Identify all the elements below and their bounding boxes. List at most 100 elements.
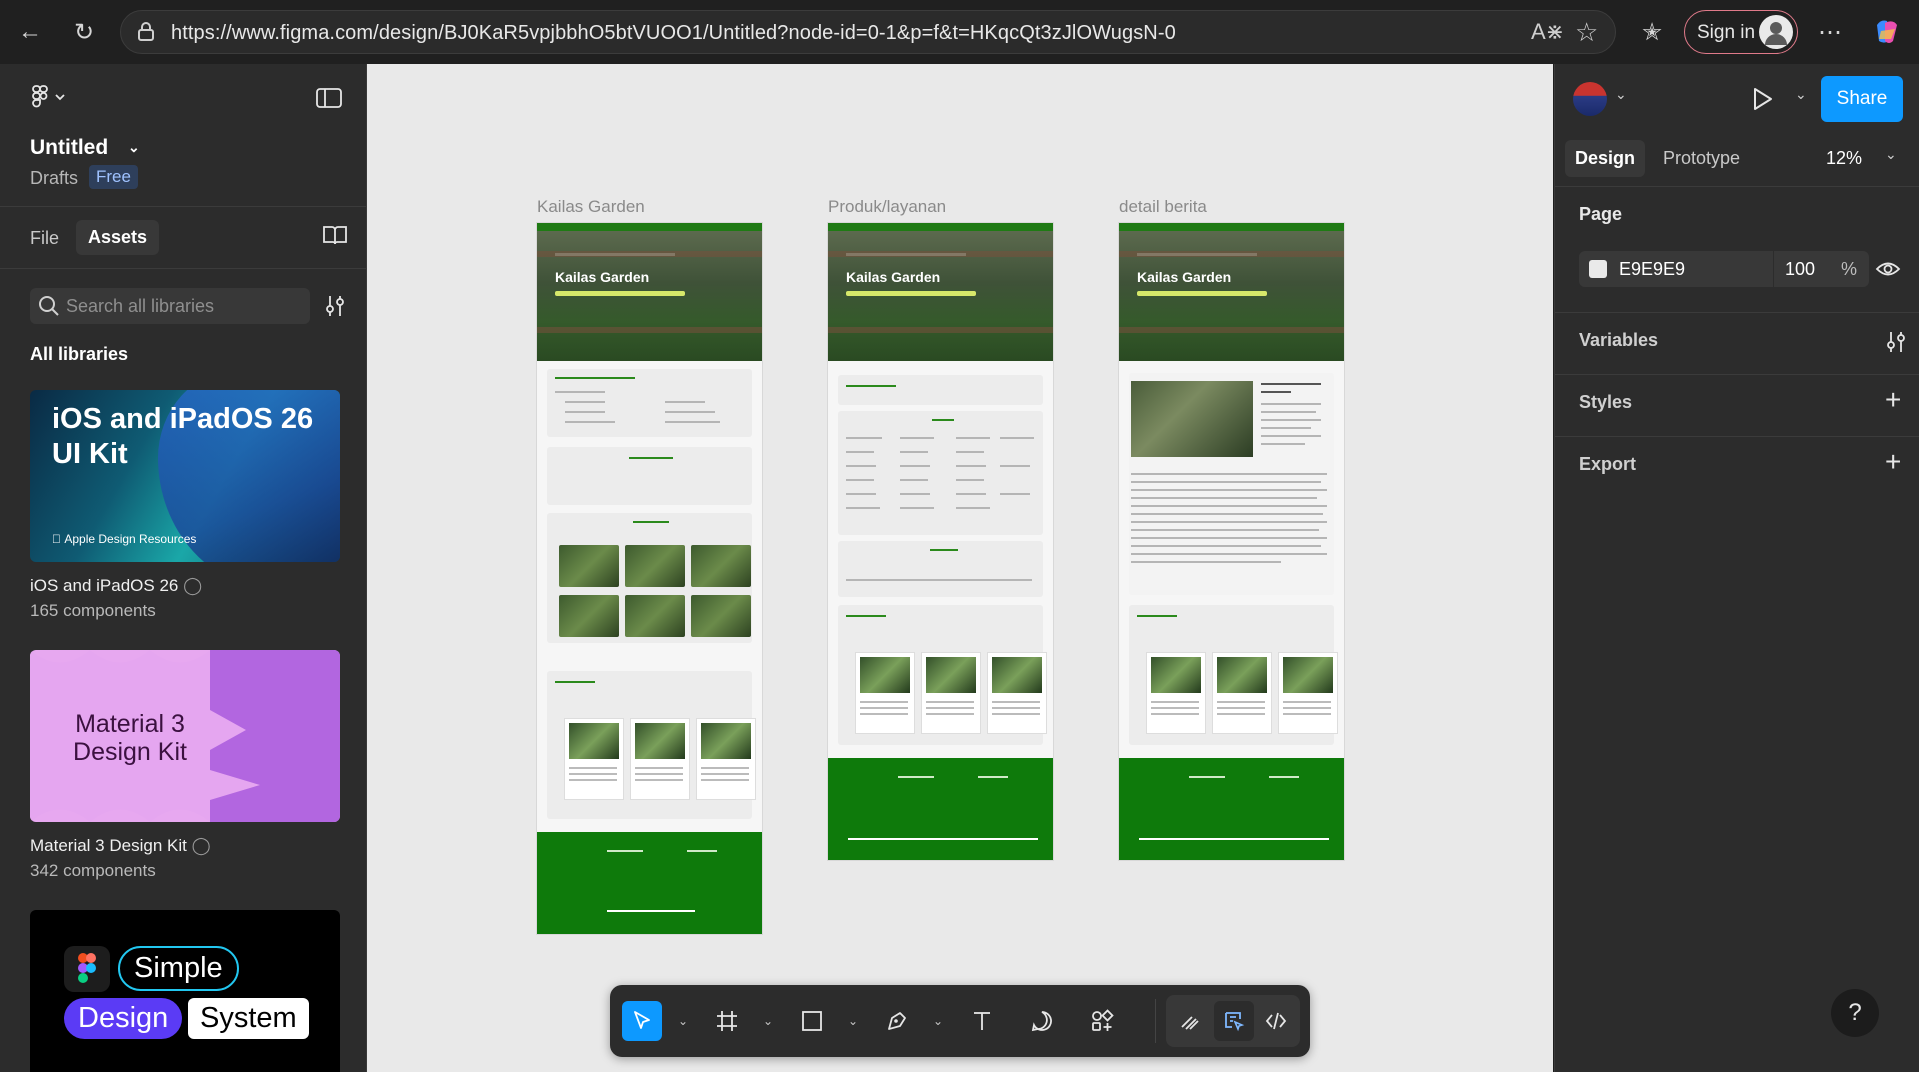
variables-section-title[interactable]: Variables (1579, 330, 1658, 351)
right-properties-panel: ⌄ ⌄ Share Design Prototype 12% ⌄ Page E9… (1554, 64, 1919, 1072)
chevron-down-icon[interactable]: ⌄ (763, 1014, 773, 1028)
sidebar-toggle-icon[interactable] (316, 88, 342, 113)
draw-mode-icon[interactable] (1170, 1001, 1210, 1041)
styles-section-title[interactable]: Styles (1579, 392, 1632, 413)
back-arrow-icon[interactable]: ← (14, 16, 46, 48)
chevron-down-icon[interactable]: ⌄ (933, 1014, 943, 1028)
sign-in-button[interactable]: Sign in (1684, 10, 1798, 54)
chevron-down-icon[interactable]: ⌄ (1795, 86, 1807, 103)
text-line (701, 767, 749, 769)
apple-design-resources: Apple Design Resources (52, 532, 196, 546)
library-card-material3[interactable]: Material 3 Design Kit (30, 650, 340, 822)
library-name-text: Material 3 Design Kit (30, 836, 187, 855)
copilot-icon[interactable] (1870, 16, 1902, 48)
page-color-field[interactable]: E9E9E9 100 % (1579, 251, 1869, 287)
text-line (846, 465, 876, 467)
hero-title: Kailas Garden (846, 269, 941, 285)
section-title-line (930, 549, 958, 551)
section-title-line (846, 615, 886, 617)
help-button[interactable]: ? (1831, 989, 1879, 1037)
page-color-hex[interactable]: E9E9E9 (1619, 259, 1685, 280)
library-name-material3[interactable]: Material 3 Design Kit ◯ (30, 836, 211, 856)
text-line (1261, 403, 1321, 405)
chevron-down-icon[interactable]: ⌄ (678, 1014, 688, 1028)
favorites-icon[interactable]: ✭ (1636, 16, 1668, 48)
news-image (860, 657, 910, 693)
comment-tool-icon[interactable] (1022, 1001, 1062, 1041)
frame-kailas-garden[interactable]: Kailas Garden (537, 223, 762, 934)
page-color-swatch[interactable] (1589, 260, 1607, 278)
news-card (631, 719, 689, 799)
present-play-icon[interactable] (1751, 86, 1775, 117)
figma-logo-icon (32, 85, 65, 108)
divider (1555, 186, 1919, 187)
favorite-star-icon[interactable]: ☆ (1575, 17, 1598, 48)
frame-label-detail-berita[interactable]: detail berita (1119, 197, 1207, 217)
page-opacity-value[interactable]: 100 (1785, 259, 1815, 280)
library-name-ios[interactable]: iOS and iPadOS 26 ◯ (30, 576, 202, 596)
text-line (555, 391, 605, 393)
frame-label-kailas-garden[interactable]: Kailas Garden (537, 197, 645, 217)
section-title-line (932, 419, 954, 421)
figma-menu-button[interactable] (30, 84, 70, 113)
user-avatar[interactable] (1573, 82, 1607, 116)
reload-icon[interactable]: ↻ (68, 16, 100, 48)
drafts-label[interactable]: Drafts (30, 168, 78, 189)
text-line (846, 579, 1032, 581)
search-placeholder: Search all libraries (66, 296, 215, 316)
text-line (569, 767, 617, 769)
address-bar[interactable]: https://www.figma.com/design/BJ0KaR5vpjb… (120, 10, 1616, 54)
tab-assets[interactable]: Assets (76, 220, 160, 255)
text-line (1131, 537, 1327, 539)
actions-tool-icon[interactable] (1082, 1001, 1122, 1041)
section-why (547, 369, 752, 437)
chevron-down-icon[interactable]: ⌄ (128, 139, 140, 155)
dev-mode-code-icon[interactable] (1256, 1001, 1296, 1041)
library-search-input[interactable]: Search all libraries (30, 288, 310, 324)
chevron-down-icon[interactable]: ⌄ (1615, 86, 1627, 103)
field-divider (1773, 251, 1774, 287)
add-style-plus-icon[interactable]: + (1885, 384, 1901, 416)
design-mode-icon[interactable] (1214, 1001, 1254, 1041)
tab-design[interactable]: Design (1565, 140, 1646, 177)
file-title[interactable]: Untitled ⌄ (30, 136, 140, 160)
read-aloud-icon[interactable]: A⋇ (1531, 19, 1564, 45)
library-card-ios[interactable]: iOS and iPadOS 26 UI Kit  Apple Design … (30, 390, 340, 562)
library-book-icon[interactable] (322, 224, 348, 251)
library-card-simple-design-system[interactable]: Simple Design System (30, 910, 340, 1072)
section-article (1129, 373, 1334, 595)
text-line (635, 779, 683, 781)
section-title-line (555, 377, 635, 379)
design-canvas[interactable]: Kailas Garden Kailas Garden Produk/layan… (367, 64, 1553, 1072)
frame-label-produk-layanan[interactable]: Produk/layanan (828, 197, 946, 217)
frame-detail-berita[interactable]: Kailas Garden (1119, 223, 1344, 860)
filter-settings-icon[interactable] (324, 294, 346, 323)
text-line (635, 767, 683, 769)
visibility-eye-icon[interactable] (1875, 258, 1901, 285)
text-tool-icon[interactable] (962, 1001, 1002, 1041)
tab-prototype[interactable]: Prototype (1663, 148, 1740, 169)
variables-settings-icon[interactable] (1885, 330, 1907, 359)
text-line (1283, 713, 1331, 715)
move-tool-icon[interactable] (622, 1001, 662, 1041)
rectangle-tool-icon[interactable] (792, 1001, 832, 1041)
text-line (846, 451, 874, 453)
pen-tool-icon[interactable] (877, 1001, 917, 1041)
text-line (846, 479, 874, 481)
text-line (956, 479, 984, 481)
chevron-down-icon[interactable]: ⌄ (848, 1014, 858, 1028)
zoom-level[interactable]: 12% (1826, 148, 1862, 169)
text-line (1261, 427, 1311, 429)
more-options-icon[interactable]: ⋯ (1814, 16, 1846, 48)
export-section-title[interactable]: Export (1579, 454, 1636, 475)
share-button[interactable]: Share (1821, 76, 1903, 122)
add-export-plus-icon[interactable]: + (1885, 446, 1901, 478)
frame-produk-layanan[interactable]: Kailas Garden (828, 223, 1053, 860)
tab-file[interactable]: File (30, 228, 59, 249)
frame-tool-icon[interactable] (707, 1001, 747, 1041)
text-line (665, 421, 720, 423)
text-line (565, 401, 605, 403)
chevron-down-icon[interactable]: ⌄ (1885, 146, 1897, 163)
hero-title: Kailas Garden (1137, 269, 1232, 285)
text-line (860, 707, 908, 709)
